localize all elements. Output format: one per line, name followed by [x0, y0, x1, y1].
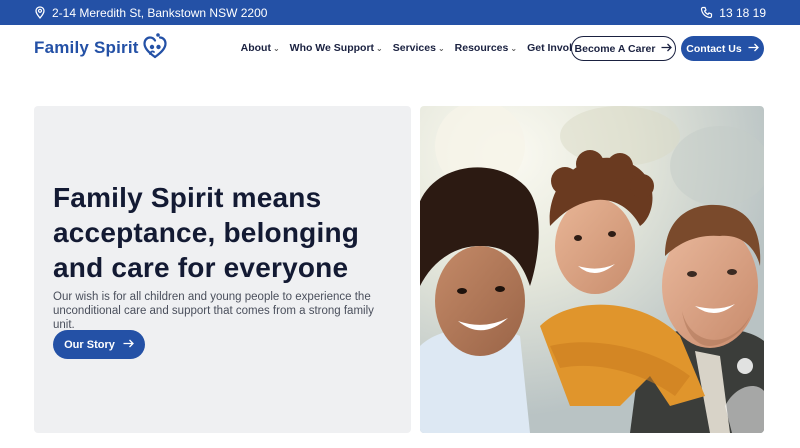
- become-carer-button[interactable]: Become A Carer: [571, 36, 676, 61]
- top-info-bar: 2-14 Meredith St, Bankstown NSW 2200 13 …: [0, 0, 800, 25]
- hero-title: Family Spirit means acceptance, belongin…: [53, 182, 360, 283]
- menu-item-label: About: [240, 42, 271, 54]
- chevron-down-icon: ⌄: [376, 43, 383, 53]
- phone-icon: [700, 6, 713, 19]
- menu-item-about[interactable]: About ⌄: [241, 42, 280, 54]
- contact-us-button[interactable]: Contact Us: [681, 36, 764, 61]
- our-story-button[interactable]: Our Story: [53, 330, 145, 359]
- hero-subtitle: Our wish is for all children and young p…: [53, 291, 374, 331]
- menu-item-services[interactable]: Services ⌄: [393, 42, 445, 54]
- menu-item-who-we-support[interactable]: Who We Support ⌄: [290, 42, 383, 54]
- family-heart-logo-icon: [142, 32, 168, 65]
- menu-item-resources[interactable]: Resources ⌄: [455, 42, 517, 54]
- arrow-right-icon: [661, 43, 673, 55]
- chevron-down-icon: ⌄: [437, 43, 445, 53]
- our-story-label: Our Story: [64, 338, 115, 351]
- menu-item-label: Resources: [454, 42, 509, 54]
- phone-number: 13 18 19: [719, 5, 766, 20]
- arrow-right-icon: [748, 43, 759, 55]
- chevron-down-icon: ⌄: [272, 43, 280, 53]
- become-carer-label: Become A Carer: [574, 42, 656, 55]
- location-pin-icon: [34, 6, 46, 19]
- menu-item-label: Services: [392, 42, 436, 54]
- main-header: Family Spirit About ⌄ Who We Support ⌄ S…: [0, 25, 800, 71]
- family-photo: [420, 106, 764, 433]
- chevron-down-icon: ⌄: [510, 43, 518, 53]
- phone-block[interactable]: 13 18 19: [700, 6, 766, 20]
- arrow-right-icon: [123, 339, 134, 351]
- primary-menu: About ⌄ Who We Support ⌄ Services ⌄ Reso…: [241, 42, 599, 54]
- logo-text: Family Spirit: [34, 38, 139, 57]
- site-logo[interactable]: Family Spirit: [34, 32, 168, 65]
- contact-us-label: Contact Us: [686, 42, 742, 55]
- address-text: 2-14 Meredith St, Bankstown NSW 2200: [52, 5, 268, 20]
- address-block[interactable]: 2-14 Meredith St, Bankstown NSW 2200: [34, 6, 267, 20]
- menu-item-label: Who We Support: [289, 42, 375, 54]
